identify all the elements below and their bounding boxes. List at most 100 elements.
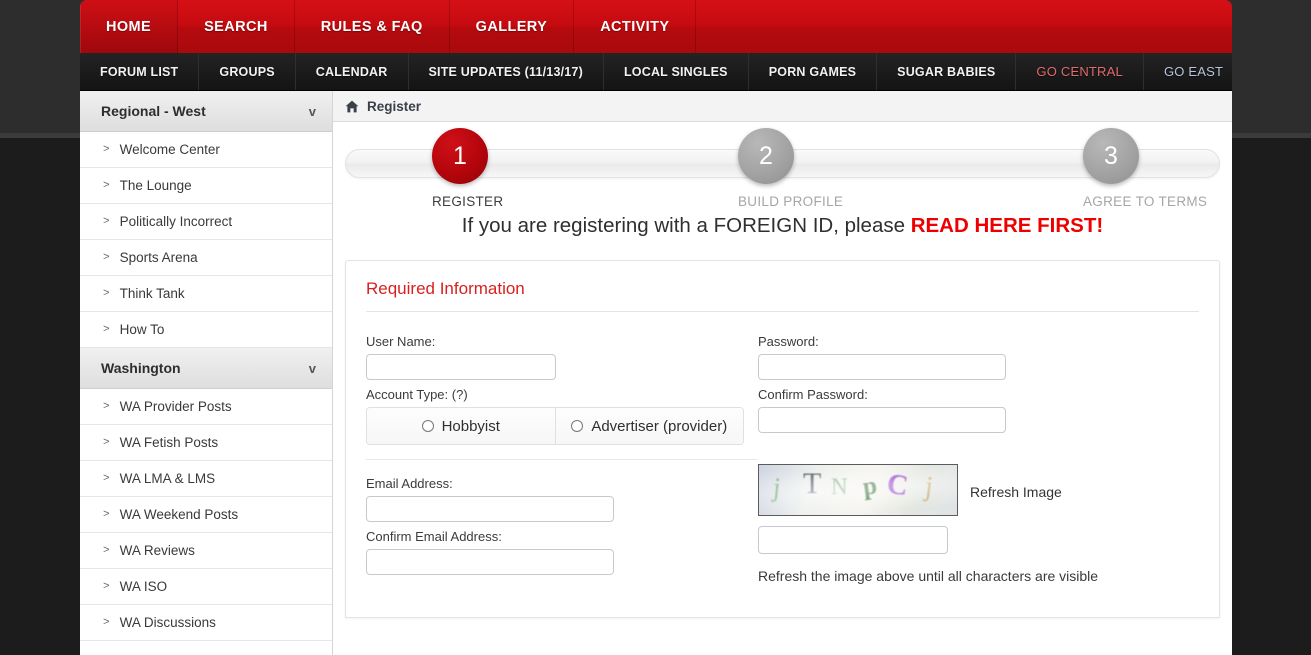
nav-item-gallery[interactable]: GALLERY (450, 0, 575, 53)
sidebar-item-how-to[interactable]: > How To (80, 312, 332, 348)
caret-right-icon: > (103, 544, 110, 557)
sidebar-section-washington-title: Washington (101, 360, 181, 376)
primary-navigation: HOME SEARCH RULES & FAQ GALLERY ACTIVITY (80, 0, 1232, 53)
sidebar-item-the-lounge-label: The Lounge (119, 178, 192, 193)
required-information-panel: Required Information User Name: Account … (345, 260, 1220, 618)
sidebar-section-washington[interactable]: Washington v (80, 348, 332, 389)
sidebar-item-how-to-label: How To (119, 322, 165, 337)
stepper-track: 1 REGISTER 2 BUILD PROFILE 3 AGREE TO TE… (345, 128, 1220, 209)
form-divider (366, 459, 758, 460)
account-type-options: Hobbyist Advertiser (provider) (366, 407, 744, 445)
step-3-label: AGREE TO TERMS (1083, 194, 1208, 209)
caret-right-icon: > (103, 508, 110, 521)
caret-right-icon: > (103, 251, 110, 264)
captcha-char-3: N (831, 474, 848, 499)
caret-right-icon: > (103, 287, 110, 300)
step-1-circle[interactable]: 1 (432, 128, 488, 184)
refresh-image-link[interactable]: Refresh Image (970, 484, 1062, 500)
subnav-item-forum-list[interactable]: FORUM LIST (80, 53, 200, 90)
step-2-circle[interactable]: 2 (738, 128, 794, 184)
sidebar-item-wa-reviews[interactable]: > WA Reviews (80, 533, 332, 569)
right-column-spacer (758, 440, 1199, 464)
subnav-item-sugar-babies-label: SUGAR BABIES (897, 64, 996, 79)
subnav-item-calendar-label: CALENDAR (315, 64, 388, 79)
caret-right-icon: > (103, 436, 110, 449)
subnav-item-go-central[interactable]: GO CENTRAL (1016, 53, 1144, 90)
subnav-item-local-singles-label: LOCAL SINGLES (623, 64, 728, 79)
caret-right-icon: > (103, 616, 110, 629)
sidebar-item-think-tank[interactable]: > Think Tank (80, 276, 332, 312)
username-input[interactable] (366, 354, 556, 380)
captcha-char-6: j (924, 470, 934, 502)
nav-item-home-label: HOME (106, 18, 152, 35)
captcha-char-4: p (861, 472, 879, 501)
step-2-number: 2 (759, 141, 773, 170)
caret-right-icon: > (103, 323, 110, 336)
nav-item-activity-label: ACTIVITY (600, 18, 670, 35)
account-type-hobbyist[interactable]: Hobbyist (367, 408, 555, 444)
confirm-email-input[interactable] (366, 549, 614, 575)
email-input[interactable] (366, 496, 614, 522)
step-3-number: 3 (1104, 141, 1118, 170)
caret-right-icon: > (103, 215, 110, 228)
subnav-item-site-updates[interactable]: SITE UPDATES (11/13/17) (409, 53, 604, 90)
sidebar-item-wa-fetish-posts-label: WA Fetish Posts (119, 435, 219, 450)
sidebar-item-wa-provider-posts[interactable]: > WA Provider Posts (80, 389, 332, 425)
confirm-password-input[interactable] (758, 407, 1006, 433)
sidebar-item-wa-lma-lms[interactable]: > WA LMA & LMS (80, 461, 332, 497)
sidebar-item-the-lounge[interactable]: > The Lounge (80, 168, 332, 204)
caret-right-icon: > (103, 472, 110, 485)
chevron-down-icon: v (308, 103, 316, 119)
nav-item-activity[interactable]: ACTIVITY (574, 0, 697, 53)
step-3-circle[interactable]: 3 (1083, 128, 1139, 184)
nav-item-rules-faq[interactable]: RULES & FAQ (295, 0, 450, 53)
password-input[interactable] (758, 354, 1006, 380)
sidebar-item-wa-reviews-label: WA Reviews (119, 543, 195, 558)
main-content: Register 1 REGISTER 2 BUILD PROFILE 3 AG… (333, 91, 1232, 655)
sidebar-item-politically-incorrect-label: Politically Incorrect (119, 214, 233, 229)
foreign-id-notice-text: If you are registering with a FOREIGN ID… (461, 214, 911, 237)
subnav-item-go-east[interactable]: GO EAST (1144, 53, 1243, 90)
caret-right-icon: > (103, 143, 110, 156)
password-label: Password: (758, 334, 819, 349)
form-column-right: Password: Confirm Password: j T N p C j … (758, 334, 1199, 584)
captcha-hint: Refresh the image above until all charac… (758, 568, 1099, 584)
sidebar-item-wa-provider-posts-label: WA Provider Posts (119, 399, 232, 414)
captcha-input[interactable] (758, 526, 948, 554)
home-icon[interactable] (345, 100, 359, 113)
sidebar-item-wa-discussions[interactable]: > WA Discussions (80, 605, 332, 641)
step-2-label: BUILD PROFILE (738, 194, 844, 209)
sidebar-item-wa-weekend-posts[interactable]: > WA Weekend Posts (80, 497, 332, 533)
site-container: HOME SEARCH RULES & FAQ GALLERY ACTIVITY… (80, 0, 1232, 655)
sidebar-item-welcome-center[interactable]: > Welcome Center (80, 132, 332, 168)
sidebar-item-think-tank-label: Think Tank (119, 286, 185, 301)
step-1-label: REGISTER (432, 194, 504, 209)
subnav-item-porn-games[interactable]: PORN GAMES (749, 53, 878, 90)
nav-item-search-label: SEARCH (204, 18, 268, 35)
sidebar-section-regional-west-title: Regional - West (101, 103, 206, 119)
breadcrumb: Register (333, 91, 1232, 122)
subnav-item-groups[interactable]: GROUPS (199, 53, 296, 90)
caret-right-icon: > (103, 580, 110, 593)
confirm-email-label: Confirm Email Address: (366, 529, 502, 544)
sidebar: Regional - West v > Welcome Center > The… (80, 91, 333, 655)
form-columns: User Name: Account Type: (?) Hobbyist Ad… (366, 334, 1199, 584)
sidebar-item-wa-fetish-posts[interactable]: > WA Fetish Posts (80, 425, 332, 461)
sidebar-item-sports-arena[interactable]: > Sports Arena (80, 240, 332, 276)
confirm-password-label: Confirm Password: (758, 387, 868, 402)
sidebar-section-regional-west[interactable]: Regional - West v (80, 91, 332, 132)
form-column-left: User Name: Account Type: (?) Hobbyist Ad… (366, 334, 758, 584)
subnav-item-forum-list-label: FORUM LIST (100, 64, 179, 79)
nav-item-search[interactable]: SEARCH (178, 0, 295, 53)
sidebar-item-wa-iso[interactable]: > WA ISO (80, 569, 332, 605)
account-type-advertiser[interactable]: Advertiser (provider) (554, 408, 743, 444)
captcha-char-5: C (884, 467, 911, 503)
subnav-item-local-singles[interactable]: LOCAL SINGLES (604, 53, 749, 90)
subnav-item-sugar-babies[interactable]: SUGAR BABIES (877, 53, 1017, 90)
subnav-item-calendar[interactable]: CALENDAR (296, 53, 409, 90)
nav-item-home[interactable]: HOME (80, 0, 179, 53)
sidebar-item-politically-incorrect[interactable]: > Politically Incorrect (80, 204, 332, 240)
sidebar-item-wa-weekend-posts-label: WA Weekend Posts (119, 507, 239, 522)
page-body: Regional - West v > Welcome Center > The… (80, 91, 1232, 655)
read-here-first-link[interactable]: READ HERE FIRST! (911, 214, 1103, 237)
